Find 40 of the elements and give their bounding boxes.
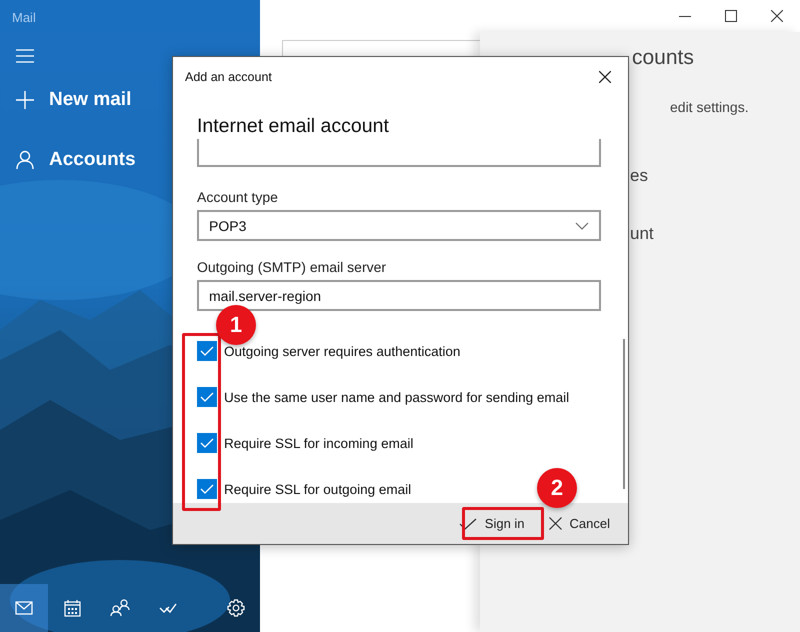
check-icon <box>200 484 214 494</box>
plus-icon <box>15 90 35 110</box>
mail-icon[interactable] <box>0 584 48 632</box>
accounts-button[interactable]: Accounts <box>15 149 136 171</box>
field-label: Outgoing (SMTP) email server <box>197 259 386 275</box>
menu-icon[interactable] <box>15 49 35 63</box>
sign-in-button[interactable]: Sign in <box>452 512 531 535</box>
app-title: Mail <box>12 10 36 25</box>
panel-title: counts <box>632 46 694 70</box>
close-icon <box>548 517 562 530</box>
checkbox-label: Use the same user name and password for sending email <box>224 390 570 404</box>
maximize-icon <box>725 10 737 22</box>
close-icon <box>771 10 783 22</box>
check-icon <box>200 392 214 402</box>
checkbox-label: Require SSL for incoming email <box>224 436 414 450</box>
close-icon <box>599 71 611 83</box>
dialog-title: Add an account <box>185 70 272 84</box>
panel-text: edit settings. <box>670 99 749 115</box>
cancel-button[interactable]: Cancel <box>542 512 616 535</box>
smtp-server-field[interactable]: mail.server-region <box>197 280 601 311</box>
account-type-dropdown[interactable]: POP3 <box>197 210 601 241</box>
person-icon <box>15 150 35 170</box>
checkbox-label: Outgoing server requires authentication <box>224 344 460 358</box>
field-label: Account type <box>197 189 278 205</box>
checkbox[interactable] <box>197 479 217 499</box>
check-icon <box>458 518 477 530</box>
text-field[interactable] <box>197 139 601 167</box>
checkbox[interactable] <box>197 387 217 407</box>
panel-text: es <box>630 166 648 186</box>
dialog-heading: Internet email account <box>197 115 389 138</box>
check-icon <box>200 438 214 448</box>
chevron-icon <box>575 222 589 230</box>
checkbox-label: Require SSL for outgoing email <box>224 482 412 496</box>
close-button[interactable] <box>599 71 611 83</box>
checkbox[interactable] <box>197 433 217 453</box>
panel-text: unt <box>630 224 654 244</box>
checkbox[interactable] <box>197 341 217 361</box>
scrollbar[interactable] <box>623 339 625 489</box>
new-mail-button[interactable]: New mail <box>15 89 132 111</box>
check-icon <box>200 346 214 356</box>
